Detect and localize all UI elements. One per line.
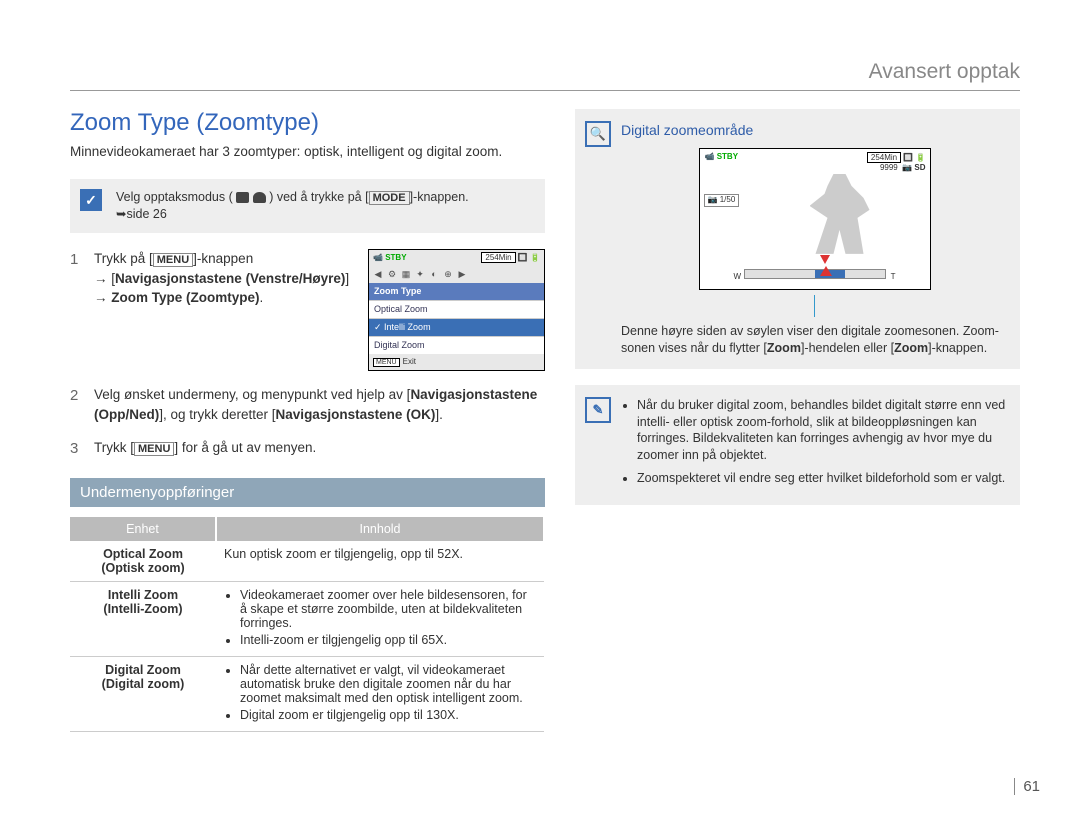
check-icon xyxy=(80,189,102,211)
video-mode-icon xyxy=(236,192,249,203)
t: ]. xyxy=(435,407,443,422)
t: Velg ønsket undermeny, og menypunkt ved … xyxy=(94,387,410,402)
pointer-line-icon xyxy=(814,295,815,317)
t: . xyxy=(260,290,264,305)
t: ]-knappen xyxy=(193,251,253,266)
page: Avansert opptak Zoom Type (Zoomtype) Min… xyxy=(0,0,1080,825)
caption: Denne høyre siden av søylen viser den di… xyxy=(621,323,1008,357)
step-1: Trykk på [MENU]-knappen → [Navigasjonsta… xyxy=(70,249,545,371)
t: ], og trykk deretter [ xyxy=(159,407,275,422)
t: Trykk [ xyxy=(94,440,134,455)
zoom-slider xyxy=(744,269,886,279)
bullet: Digital zoom er tilgjengelig opp til 130… xyxy=(240,708,536,722)
step-2: Velg ønsket undermeny, og menypunkt ved … xyxy=(70,385,545,424)
mode-note-box: Velg opptaksmodus ( ) ved å trykke på [M… xyxy=(70,179,545,233)
table-row: Digital Zoom(Digital zoom) Når dette alt… xyxy=(70,657,544,732)
t: Zoom xyxy=(767,341,801,355)
camera-icon: 📷 xyxy=(708,195,718,204)
unit-translation: (Intelli-Zoom) xyxy=(103,602,182,616)
stby-label: STBY xyxy=(385,253,406,262)
bullet: Zoomspekteret vil endre seg etter hvilke… xyxy=(637,470,1008,487)
steps-list: Trykk på [MENU]-knappen → [Navigasjonsta… xyxy=(70,249,545,458)
t: Zoom xyxy=(894,341,928,355)
info-note-box: ✎ Når du bruker digital zoom, behandles … xyxy=(575,385,1020,505)
breadcrumb: Avansert opptak xyxy=(70,60,1020,91)
shutter-fraction: 1/50 xyxy=(720,195,736,204)
zoom-t-label: T xyxy=(891,272,896,283)
table-row: Optical Zoom(Optisk zoom) Kun optisk zoo… xyxy=(70,541,544,582)
camera-menu-mock: 📹 STBY 254Min 🔲 🔋 ◀⚙▦✦◐⊕▶ Zoom Type Opti… xyxy=(368,249,545,371)
box-title: Digital zoomeområde xyxy=(621,121,1008,140)
unit-translation: (Digital zoom) xyxy=(102,677,185,691)
submenu-heading: Undermenyoppføringer xyxy=(70,478,545,507)
cell-content: Kun optisk zoom er tilgjengelig, opp til… xyxy=(216,541,544,582)
cam-menu-item: Digital Zoom xyxy=(369,336,544,354)
t: ]-knappen. xyxy=(928,341,987,355)
col-header-content: Innhold xyxy=(216,517,544,541)
col-header-unit: Enhet xyxy=(70,517,216,541)
menu-key-icon: MENU xyxy=(373,358,400,367)
left-column: Zoom Type (Zoomtype) Minnevideokameraet … xyxy=(70,109,545,732)
magnify-icon: 🔍 xyxy=(585,121,611,147)
t: ] for å gå ut av menyen. xyxy=(174,440,316,455)
bullet: Når dette alternativet er valgt, vil vid… xyxy=(240,663,536,705)
rec-time: 254Min xyxy=(481,252,515,263)
step-3: Trykk [MENU] for å gå ut av menyen. xyxy=(70,438,545,458)
shot-count: 9999 xyxy=(880,163,898,172)
section-title: Zoom Type (Zoomtype) xyxy=(70,109,545,137)
table-row: Intelli Zoom(Intelli-Zoom) Videokameraet… xyxy=(70,582,544,657)
t: → [ xyxy=(94,271,115,286)
t: Navigasjonstastene (OK) xyxy=(276,407,436,422)
camera-screen-mock: 📹 STBY 254Min 🔲 🔋 9999 📷 SD 📷 1/50 W xyxy=(699,148,931,290)
right-column: 🔍 Digital zoomeområde 📹 STBY 254Min 🔲 🔋 … xyxy=(575,109,1020,732)
mode-note-prefix: Velg opptaksmodus ( xyxy=(116,190,233,204)
t: Trykk på [ xyxy=(94,251,153,266)
intro-text: Minnevideokameraet har 3 zoomtyper: opti… xyxy=(70,143,545,161)
sd-label: SD xyxy=(914,163,925,172)
cam-menu-item: Optical Zoom xyxy=(369,300,544,318)
t: Zoom Type (Zoomtype) xyxy=(111,290,259,305)
t: Navigasjonstastene (Venstre/Høyre) xyxy=(115,271,345,286)
page-number: 61 xyxy=(1014,778,1040,795)
zoom-w-label: W xyxy=(734,272,742,283)
submenu-table: Enhet Innhold Optical Zoom(Optisk zoom) … xyxy=(70,517,545,732)
mode-note-page: ➥side 26 xyxy=(116,207,167,221)
bullet: Intelli-zoom er tilgjengelig opp til 65X… xyxy=(240,633,536,647)
mode-note-tail: ]-knappen. xyxy=(410,190,469,204)
t: ]-hendelen eller [ xyxy=(801,341,894,355)
info-icon: ✎ xyxy=(585,397,611,423)
cam-menu-item-selected: Intelli Zoom xyxy=(369,318,544,336)
mode-note-suffix: ) ved å trykke på [ xyxy=(269,190,368,204)
digital-zoom-box: 🔍 Digital zoomeområde 📹 STBY 254Min 🔲 🔋 … xyxy=(575,109,1020,369)
bullet: Videokameraet zoomer over hele bildesens… xyxy=(240,588,536,630)
cam-menu-title: Zoom Type xyxy=(369,283,544,300)
exit-label: Exit xyxy=(403,357,416,366)
unit-name: Digital Zoom xyxy=(105,663,181,677)
unit-name: Intelli Zoom xyxy=(108,588,178,602)
menu-key: MENU xyxy=(134,442,174,456)
stby-label: STBY xyxy=(717,152,738,161)
photo-mode-icon xyxy=(253,192,266,203)
rec-time: 254Min xyxy=(867,152,901,163)
content-columns: Zoom Type (Zoomtype) Minnevideokameraet … xyxy=(70,109,1020,732)
menu-key: MENU xyxy=(153,253,193,267)
silhouette-icon xyxy=(810,174,870,254)
unit-translation: (Optisk zoom) xyxy=(101,561,184,575)
mode-key: MODE xyxy=(369,191,410,205)
unit-name: Optical Zoom xyxy=(103,547,183,561)
bullet: Når du bruker digital zoom, behandles bi… xyxy=(637,397,1008,465)
